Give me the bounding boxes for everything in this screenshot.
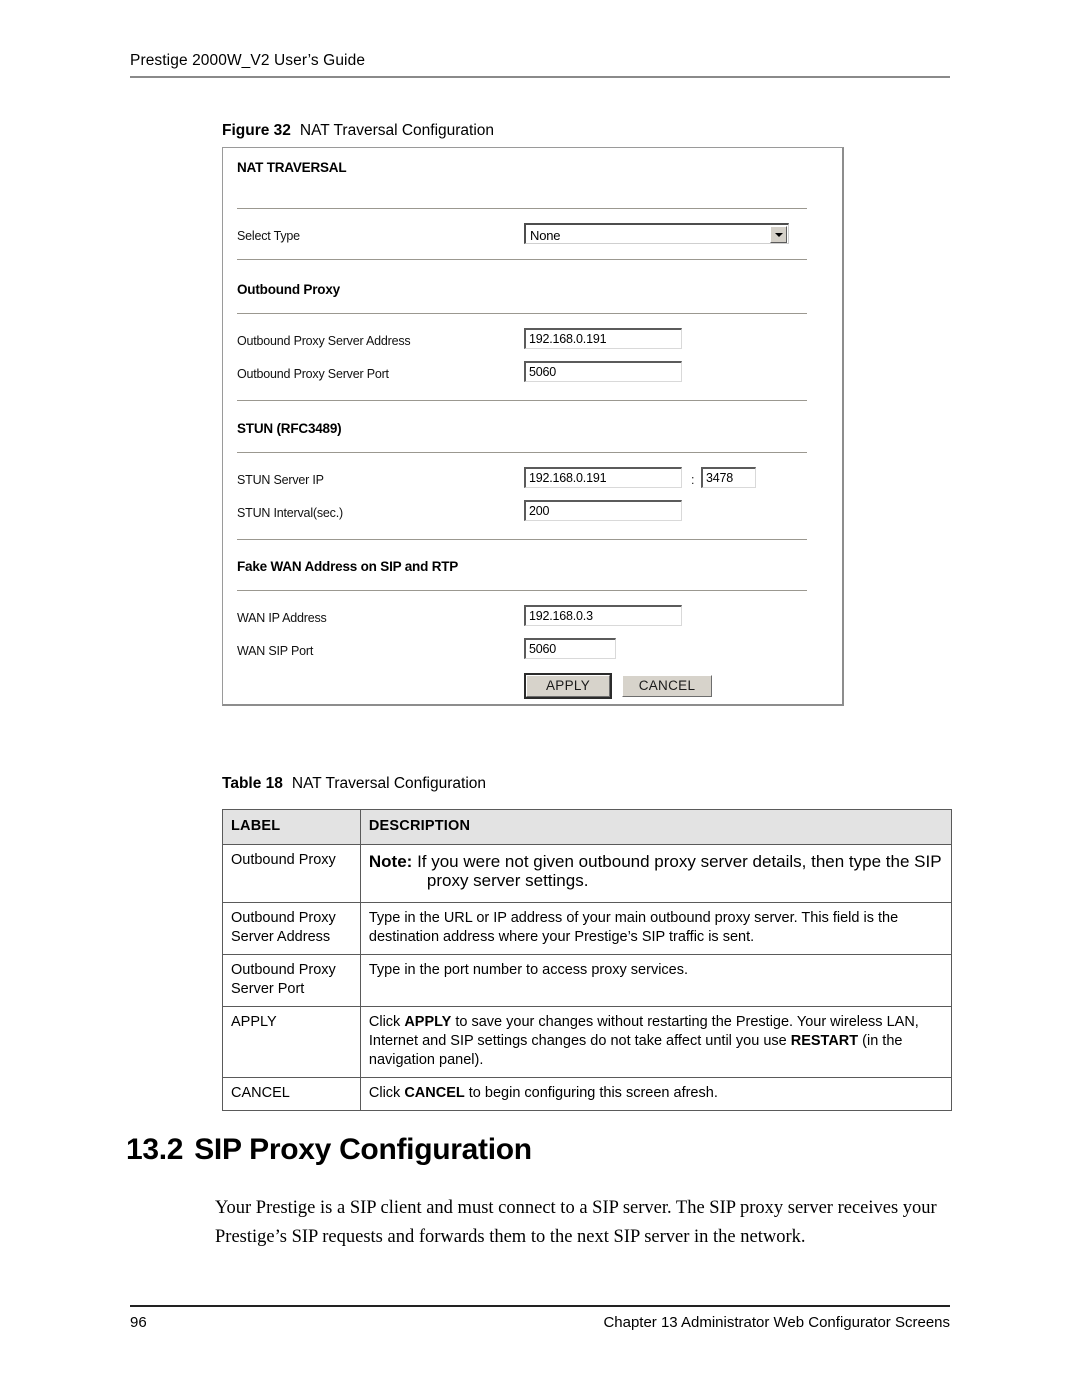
table-row: Outbound Proxy Server Port Type in the p… [222, 954, 953, 1007]
figure-caption: Figure 32 NAT Traversal Configuration [222, 122, 494, 140]
stun-port-separator: : [691, 473, 695, 487]
divider-2 [237, 259, 807, 260]
row-label: CANCEL [222, 1077, 361, 1111]
select-type-dropdown[interactable]: None [524, 223, 789, 244]
outbound-proxy-server-address-input[interactable]: 192.168.0.191 [524, 328, 682, 349]
divider-1 [237, 208, 807, 209]
column-header-label: LABEL [222, 809, 361, 845]
outbound-proxy-section-title: Outbound Proxy [237, 282, 340, 297]
section-number: 13.2 [126, 1133, 184, 1166]
wan-sip-port-input[interactable]: 5060 [524, 638, 616, 659]
footer-chapter-title: Chapter 13 Administrator Web Configurato… [603, 1314, 950, 1331]
divider-4 [237, 400, 807, 401]
table-row: APPLY Click APPLY to save your changes w… [222, 1006, 953, 1078]
table-row: Outbound Proxy Server Address Type in th… [222, 902, 953, 955]
fake-wan-section-title: Fake WAN Address on SIP and RTP [237, 559, 459, 574]
row-label: Outbound Proxy Server Address [222, 902, 361, 955]
outbound-proxy-server-port-label: Outbound Proxy Server Port [237, 367, 389, 381]
divider-7 [237, 590, 807, 591]
header-rule [130, 76, 950, 78]
note-prefix: Note: [368, 852, 413, 871]
outbound-proxy-server-address-label: Outbound Proxy Server Address [237, 334, 411, 348]
row-description: Click CANCEL to begin configuring this s… [359, 1077, 953, 1111]
section-paragraph: Your Prestige is a SIP client and must c… [215, 1198, 937, 1247]
table-row: CANCEL Click CANCEL to begin configuring… [222, 1077, 953, 1111]
stun-section-title: STUN (RFC3489) [237, 421, 342, 436]
apply-button[interactable]: APPLY [524, 673, 612, 699]
cancel-button[interactable]: CANCEL [622, 675, 712, 697]
row-label: Outbound Proxy Server Port [222, 954, 361, 1007]
row-description: Note: If you were not given outbound pro… [359, 844, 953, 903]
figure-caption-text: NAT Traversal Configuration [299, 122, 495, 139]
figure-caption-label: Figure 32 [222, 122, 291, 139]
section-heading: 13.2 SIP Proxy Configuration [126, 1133, 532, 1167]
section-title: SIP Proxy Configuration [194, 1133, 532, 1166]
divider-3 [237, 313, 807, 314]
table-row: Outbound Proxy Note: If you were not giv… [222, 844, 953, 903]
row-description: Click APPLY to save your changes without… [359, 1006, 953, 1078]
row-description: Type in the port number to access proxy … [359, 954, 953, 1007]
outbound-proxy-server-port-input[interactable]: 5060 [524, 361, 682, 382]
panel-title: NAT TRAVERSAL [237, 160, 347, 175]
divider-5 [237, 452, 807, 453]
stun-interval-input[interactable]: 200 [524, 500, 682, 521]
select-type-value: None [530, 228, 561, 243]
stun-server-port-input[interactable]: 3478 [701, 467, 756, 488]
row-label: Outbound Proxy [222, 844, 361, 903]
chevron-down-icon[interactable] [770, 226, 787, 243]
column-header-description: DESCRIPTION [359, 809, 953, 845]
row-description: Type in the URL or IP address of your ma… [359, 902, 953, 955]
divider-6 [237, 539, 807, 540]
footer-rule [130, 1305, 950, 1307]
table-caption-text: NAT Traversal Configuration [291, 775, 487, 792]
table-header-row: LABEL DESCRIPTION [222, 809, 953, 845]
note-text: If you were not given outbound proxy ser… [417, 852, 942, 890]
running-head-text: Prestige 2000W_V2 User’s Guide [130, 52, 366, 69]
wan-sip-port-label: WAN SIP Port [237, 644, 314, 658]
page-number: 96 [130, 1314, 147, 1331]
stun-server-ip-input[interactable]: 192.168.0.191 [524, 467, 682, 488]
wan-ip-address-label: WAN IP Address [237, 611, 327, 625]
table-caption: Table 18 NAT Traversal Configuration [222, 775, 486, 793]
table-caption-label: Table 18 [222, 775, 283, 792]
stun-interval-label: STUN Interval(sec.) [237, 506, 343, 520]
nat-traversal-table: LABEL DESCRIPTION Outbound Proxy Note: I… [222, 809, 953, 1111]
page-running-header: Prestige 2000W_V2 User’s Guide [130, 52, 950, 78]
row-label: APPLY [222, 1006, 361, 1078]
select-type-label: Select Type [237, 229, 300, 243]
nat-traversal-screenshot: NAT TRAVERSAL Select Type None Outbound … [222, 147, 844, 706]
wan-ip-address-input[interactable]: 192.168.0.3 [524, 605, 682, 626]
stun-server-ip-label: STUN Server IP [237, 473, 324, 487]
